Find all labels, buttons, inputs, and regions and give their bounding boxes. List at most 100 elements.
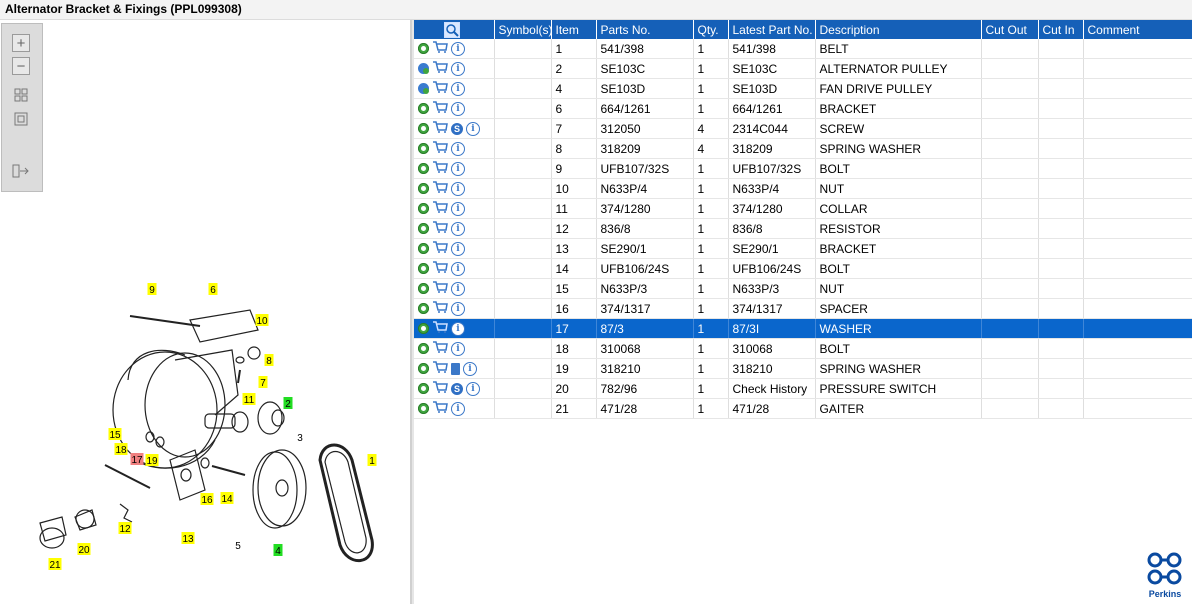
info-icon[interactable]: i xyxy=(451,321,465,336)
info-icon[interactable]: i xyxy=(451,281,465,296)
callout-label[interactable]: 20 xyxy=(78,545,90,556)
column-header-cut-out[interactable]: Cut Out xyxy=(981,20,1039,39)
table-row[interactable]: i 11 374/1280 1 374/1280 COLLAR xyxy=(414,198,1192,219)
gear-group-icon[interactable] xyxy=(418,63,429,75)
gear-icon[interactable] xyxy=(418,143,429,155)
table-row[interactable]: Si 7 312050 4 2314C044 SCREW xyxy=(414,118,1192,139)
column-header-qty[interactable]: Qty. xyxy=(693,20,729,39)
diagram-panel[interactable]: + − 9 6 10 8 7 11 2 3 15 18 17 19 16 14 … xyxy=(0,20,412,604)
callout-label[interactable]: 11 xyxy=(244,395,255,406)
cart-icon[interactable] xyxy=(432,81,448,96)
callout-label[interactable]: 3 xyxy=(297,433,303,444)
table-row[interactable]: i 1 541/398 1 541/398 BELT xyxy=(414,39,1192,59)
info-icon[interactable]: i xyxy=(451,41,465,56)
table-row[interactable]: i 21 471/28 1 471/28 GAITER xyxy=(414,398,1192,419)
gear-icon[interactable] xyxy=(418,203,429,215)
callout-label[interactable]: 15 xyxy=(109,430,121,441)
info-icon[interactable]: i xyxy=(451,201,465,216)
callout-label[interactable]: 12 xyxy=(119,524,131,535)
gear-icon[interactable] xyxy=(418,343,429,355)
column-header-cut-in[interactable]: Cut In xyxy=(1038,20,1084,39)
info-icon[interactable]: i xyxy=(451,241,465,256)
cart-icon[interactable] xyxy=(432,101,448,116)
table-row[interactable]: i 16 374/1317 1 374/1317 SPACER xyxy=(414,298,1192,319)
table-row[interactable]: i 6 664/1261 1 664/1261 BRACKET xyxy=(414,98,1192,119)
cart-icon[interactable] xyxy=(432,181,448,196)
callout-label[interactable]: 13 xyxy=(182,534,194,545)
info-icon[interactable]: i xyxy=(451,141,465,156)
gear-icon[interactable] xyxy=(418,123,429,135)
callout-label[interactable]: 21 xyxy=(49,560,61,571)
cart-icon[interactable] xyxy=(432,381,448,396)
table-row[interactable]: i 8 318209 4 318209 SPRING WASHER xyxy=(414,138,1192,159)
callout-label[interactable]: 17 xyxy=(131,455,143,466)
callout-label[interactable]: 4 xyxy=(275,546,281,557)
table-row[interactable]: i 12 836/8 1 836/8 RESISTOR xyxy=(414,218,1192,239)
gear-icon[interactable] xyxy=(418,183,429,195)
table-row[interactable]: i 13 SE290/1 1 SE290/1 BRACKET xyxy=(414,238,1192,259)
gear-icon[interactable] xyxy=(418,243,429,255)
info-icon[interactable]: i xyxy=(466,381,480,396)
cart-icon[interactable] xyxy=(432,361,448,376)
gear-icon[interactable] xyxy=(418,303,429,315)
callout-label[interactable]: 8 xyxy=(266,356,272,367)
cart-icon[interactable] xyxy=(432,261,448,276)
table-row[interactable]: i 14 UFB106/24S 1 UFB106/24S BOLT xyxy=(414,258,1192,279)
gear-icon[interactable] xyxy=(418,163,429,175)
column-header-parts-no[interactable]: Parts No. xyxy=(596,20,694,39)
info-icon[interactable]: i xyxy=(451,61,465,76)
callout-label[interactable]: 10 xyxy=(256,316,268,327)
gear-icon[interactable] xyxy=(418,223,429,235)
callout-label[interactable]: 5 xyxy=(235,541,241,552)
table-row[interactable]: i 18 310068 1 310068 BOLT xyxy=(414,338,1192,359)
cart-icon[interactable] xyxy=(432,221,448,236)
cart-icon[interactable] xyxy=(432,161,448,176)
cart-icon[interactable] xyxy=(432,341,448,356)
cart-icon[interactable] xyxy=(432,281,448,296)
callout-label[interactable]: 1 xyxy=(369,456,375,467)
callout-label[interactable]: 16 xyxy=(201,495,213,506)
info-icon[interactable]: i xyxy=(451,401,465,416)
callout-label[interactable]: 9 xyxy=(149,285,155,296)
column-header-description[interactable]: Description xyxy=(815,20,982,39)
cart-icon[interactable] xyxy=(432,141,448,156)
callout-label[interactable]: 7 xyxy=(260,378,266,389)
column-header-item[interactable]: Item xyxy=(551,20,597,39)
column-header-latest-part-no[interactable]: Latest Part No. xyxy=(728,20,816,39)
cart-icon[interactable] xyxy=(432,401,448,416)
info-icon[interactable]: i xyxy=(463,361,477,376)
table-row[interactable]: Si 20 782/96 1 Check History PRESSURE SWITCH xyxy=(414,378,1192,399)
info-icon[interactable]: i xyxy=(451,101,465,116)
info-icon[interactable]: i xyxy=(466,121,480,136)
table-row[interactable]: i 10 N633P/4 1 N633P/4 NUT xyxy=(414,178,1192,199)
column-header-symbols[interactable]: Symbol(s) xyxy=(494,20,553,39)
table-row[interactable]: i 19 318210 1 318210 SPRING WASHER xyxy=(414,358,1192,379)
cart-icon[interactable] xyxy=(432,321,448,336)
info-icon[interactable]: i xyxy=(451,161,465,176)
info-icon[interactable]: i xyxy=(451,341,465,356)
gear-icon[interactable] xyxy=(418,383,429,395)
supersession-icon[interactable]: S xyxy=(451,382,463,395)
table-row[interactable]: i 17 87/3 1 87/3I WASHER xyxy=(414,318,1192,339)
info-icon[interactable]: i xyxy=(451,301,465,316)
cart-icon[interactable] xyxy=(432,61,448,76)
cart-icon[interactable] xyxy=(432,121,448,136)
table-row[interactable]: i 4 SE103D 1 SE103D FAN DRIVE PULLEY xyxy=(414,78,1192,99)
info-icon[interactable]: i xyxy=(451,221,465,236)
gear-icon[interactable] xyxy=(418,403,429,415)
column-header-comment[interactable]: Comment xyxy=(1083,20,1192,39)
gear-group-icon[interactable] xyxy=(418,83,429,95)
table-row[interactable]: i 9 UFB107/32S 1 UFB107/32S BOLT xyxy=(414,158,1192,179)
table-row[interactable]: i 2 SE103C 1 SE103C ALTERNATOR PULLEY xyxy=(414,58,1192,79)
callout-label[interactable]: 19 xyxy=(146,456,158,467)
callout-label[interactable]: 2 xyxy=(285,399,291,410)
info-icon[interactable]: i xyxy=(451,261,465,276)
gear-icon[interactable] xyxy=(418,103,429,115)
info-icon[interactable]: i xyxy=(451,81,465,96)
info-icon[interactable]: i xyxy=(451,181,465,196)
gear-icon[interactable] xyxy=(418,43,429,55)
gear-icon[interactable] xyxy=(418,263,429,275)
search-column-header[interactable] xyxy=(414,20,495,39)
table-row[interactable]: i 15 N633P/3 1 N633P/3 NUT xyxy=(414,278,1192,299)
callout-label[interactable]: 6 xyxy=(210,285,216,296)
